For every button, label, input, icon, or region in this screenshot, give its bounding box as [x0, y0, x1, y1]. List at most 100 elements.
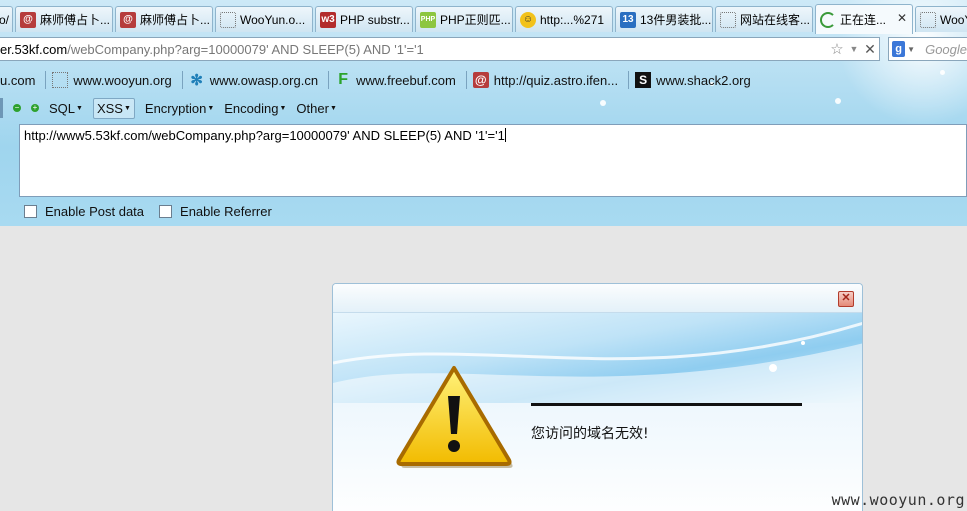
hackbar-options: Enable Post data Enable Referrer	[24, 204, 287, 219]
tab-label: WooY	[940, 12, 967, 27]
tab[interactable]: 网站在线客...	[715, 6, 813, 32]
tab-label: WooYun.o...	[240, 12, 306, 27]
tab-label: 网站在线客...	[740, 13, 811, 27]
tab-active[interactable]: 正在连... ✕	[815, 4, 913, 34]
dialog-titlebar: ✕	[333, 284, 862, 313]
dropdown-arrow-icon: ▼	[279, 104, 287, 112]
tab[interactable]: @ 麻师傅占卜...	[115, 6, 213, 32]
dropdown-arrow-icon: ▼	[207, 104, 215, 112]
bookmark-label: www.owasp.org.cn	[209, 72, 319, 88]
tab[interactable]: WooY	[915, 6, 967, 32]
error-dialog: ✕ 您访问的域名无效!	[332, 283, 863, 511]
blank-page-icon	[52, 72, 69, 88]
bookmark-item[interactable]: S www.shack2.org	[628, 71, 751, 89]
tab[interactable]: 13 13件男装批...	[615, 6, 713, 32]
separator	[628, 71, 630, 89]
menu-label: Other	[296, 100, 329, 116]
hackbar-menu: − + SQL ▼ XSS ▼ Encryption ▼ Encoding ▼ Othe…	[0, 96, 347, 120]
dialog-message: 您访问的域名无效!	[531, 426, 649, 442]
dropdown-arrow-icon: ▼	[123, 104, 131, 112]
number-13-icon: 13	[620, 11, 636, 28]
search-box[interactable]: g ▼ Google	[888, 37, 967, 61]
tab[interactable]: @ 麻师傅占卜...	[15, 6, 113, 32]
close-tab-icon[interactable]: ✕	[897, 11, 907, 25]
separator	[45, 71, 47, 89]
bookmark-star-icon[interactable]: ☆	[827, 40, 847, 58]
menu-label: Encryption	[144, 100, 207, 116]
warning-icon	[396, 366, 513, 468]
menu-encryption[interactable]: Encryption ▼	[145, 101, 214, 116]
toolbar-grip	[0, 98, 3, 118]
loading-icon	[820, 11, 836, 28]
enable-post-checkbox[interactable]: Enable Post data	[24, 204, 144, 219]
checkbox-box[interactable]	[24, 205, 37, 218]
dropdown-arrow-icon: ▼	[329, 104, 337, 112]
bookmark-item[interactable]: u.com	[0, 73, 35, 88]
owasp-icon: ✻	[190, 72, 203, 89]
dialog-divider	[531, 403, 802, 406]
bookmark-item[interactable]: @ http://quiz.astro.ifen...	[465, 71, 619, 89]
tab[interactable]: w3 PHP substr...	[315, 6, 413, 32]
tab-label: http:...%271	[540, 12, 605, 27]
search-placeholder: Google	[925, 41, 967, 57]
chevron-down-icon[interactable]: ▼	[907, 45, 915, 54]
tab[interactable]: o/	[0, 6, 13, 32]
address-bar[interactable]: er.53kf.com/webCompany.php?arg=10000079'…	[0, 37, 880, 61]
separator	[181, 71, 183, 89]
snowflake	[600, 100, 606, 106]
increase-icon[interactable]: +	[31, 104, 39, 112]
bookmark-label: www.shack2.org	[656, 72, 751, 88]
decrease-icon[interactable]: −	[13, 104, 21, 112]
tab[interactable]: ☺ http:...%271	[515, 6, 613, 32]
separator	[465, 71, 467, 89]
tab-label: PHP正则匹...	[440, 13, 511, 27]
menu-encoding[interactable]: Encoding ▼	[224, 101, 286, 116]
menu-label: Encoding	[224, 100, 279, 116]
blank-page-icon	[920, 11, 936, 28]
shack2-icon: S	[635, 72, 652, 88]
bookmark-label: u.com	[0, 72, 36, 88]
menu-sql[interactable]: SQL ▼	[49, 101, 83, 116]
blank-page-icon	[720, 11, 736, 28]
blank-page-icon	[220, 11, 236, 28]
php-icon: PHP	[420, 11, 436, 28]
close-icon[interactable]: ✕	[861, 41, 879, 58]
bookmark-label: http://quiz.astro.ifen...	[493, 72, 619, 88]
menu-label: XSS	[96, 100, 123, 116]
tab-bar: o/ @ 麻师傅占卜... @ 麻师傅占卜... WooYun.o... w3 …	[0, 4, 967, 34]
menu-other[interactable]: Other ▼	[296, 101, 336, 116]
swirl-icon: @	[472, 72, 489, 88]
tab[interactable]: WooYun.o...	[215, 6, 313, 32]
hackbar-url-text: http://www5.53kf.com/webCompany.php?arg=…	[24, 128, 505, 143]
bookmark-label: www.freebuf.com	[356, 72, 456, 88]
address-domain: er.53kf.com	[0, 41, 68, 57]
bookmark-item[interactable]: www.wooyun.org	[45, 71, 172, 89]
dropdown-arrow-icon: ▼	[76, 104, 83, 112]
swirl-icon: @	[20, 11, 36, 28]
close-icon[interactable]: ✕	[838, 291, 854, 307]
freebuf-icon: F	[338, 71, 348, 88]
address-text[interactable]: er.53kf.com/webCompany.php?arg=10000079'…	[0, 42, 827, 57]
menu-xss[interactable]: XSS ▼	[92, 97, 135, 119]
bookmark-label: www.wooyun.org	[73, 72, 172, 88]
checkbox-box[interactable]	[159, 205, 173, 218]
tab[interactable]: PHP PHP正则匹...	[415, 6, 513, 32]
hackbar-url-textarea[interactable]: http://www5.53kf.com/webCompany.php?arg=…	[19, 124, 967, 197]
tab-label: 麻师傅占卜...	[40, 13, 111, 27]
tab-label: 正在连...	[840, 13, 887, 27]
checkbox-label: Enable Post data	[45, 204, 145, 219]
address-path: /webCompany.php?arg=10000079' AND SLEEP(…	[67, 41, 424, 57]
browser-chrome: o/ @ 麻师傅占卜... @ 麻师傅占卜... WooYun.o... w3 …	[0, 0, 967, 226]
tab-label: PHP substr...	[340, 12, 410, 27]
enable-referrer-checkbox[interactable]: Enable Referrer	[159, 204, 272, 219]
google-icon[interactable]: g	[892, 41, 906, 57]
tab-label: 13件男装批...	[640, 13, 712, 27]
tab-label: o/	[0, 12, 10, 27]
chevron-down-icon[interactable]: ▼	[847, 44, 861, 54]
snowflake	[835, 98, 841, 104]
tab-label: 麻师傅占卜...	[140, 13, 211, 27]
menu-label: SQL	[49, 100, 76, 116]
bookmark-item[interactable]: F www.freebuf.com	[328, 71, 456, 89]
bookmark-item[interactable]: ✻ www.owasp.org.cn	[181, 71, 319, 89]
separator	[328, 71, 330, 89]
